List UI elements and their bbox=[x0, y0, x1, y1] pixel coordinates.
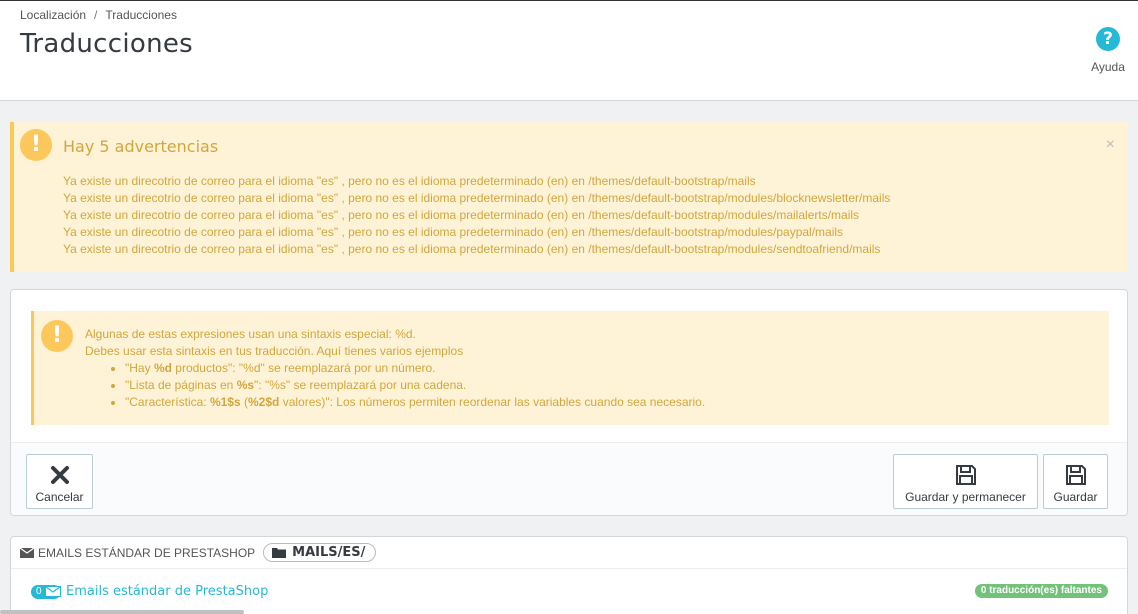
warning-item: Ya existe un direcotrio de correo para e… bbox=[63, 174, 756, 188]
emails-panel-title: EMAILS ESTÁNDAR DE PRESTASHOP bbox=[38, 545, 256, 560]
warning-item: Ya existe un direcotrio de correo para e… bbox=[63, 208, 860, 222]
emails-panel: EMAILS ESTÁNDAR DE PRESTASHOP MAILS/ES/ … bbox=[10, 536, 1128, 614]
question-circle-icon: ? bbox=[1096, 27, 1120, 51]
save-and-stay-label: Guardar y permanecer bbox=[905, 490, 1026, 504]
close-icon[interactable]: × bbox=[1106, 136, 1115, 154]
syntax-info-text: Algunas de estas expresiones usan una si… bbox=[85, 326, 705, 411]
floppy-disk-icon bbox=[1065, 465, 1086, 485]
help-button[interactable]: ? Ayuda bbox=[1090, 27, 1126, 74]
emails-panel-heading: EMAILS ESTÁNDAR DE PRESTASHOP MAILS/ES/ bbox=[11, 537, 1127, 569]
warnings-alert: ! Hay 5 advertencias × Ya existe un dire… bbox=[10, 122, 1127, 272]
save-and-stay-button[interactable]: Guardar y permanecer bbox=[893, 454, 1038, 509]
mail-path: MAILS/ES/ bbox=[292, 545, 366, 560]
syntax-info-line2: Debes usar esta sintaxis en tus traducci… bbox=[85, 344, 464, 358]
email-count-badge: 0 bbox=[31, 584, 61, 599]
cancel-label: Cancelar bbox=[35, 490, 84, 504]
warning-item: Ya existe un direcotrio de correo para e… bbox=[63, 225, 844, 239]
breadcrumb-item-localizacion[interactable]: Localización bbox=[20, 8, 86, 22]
translation-panel: ! Algunas de estas expresiones usan una … bbox=[10, 289, 1128, 516]
folder-icon bbox=[272, 548, 287, 558]
floppy-disk-icon bbox=[955, 465, 976, 485]
save-label: Guardar bbox=[1053, 490, 1098, 504]
syntax-examples-list: "Hay %d productos": "%d" se reemplazará … bbox=[85, 360, 705, 411]
close-icon bbox=[50, 466, 69, 484]
save-button[interactable]: Guardar bbox=[1043, 454, 1108, 509]
syntax-example: "Hay %d productos": "%d" se reemplazará … bbox=[125, 360, 705, 377]
help-label: Ayuda bbox=[1091, 60, 1125, 74]
mail-path-badge: MAILS/ES/ bbox=[263, 543, 377, 562]
missing-translations-badge: 0 traducción(es) faltantes bbox=[974, 584, 1108, 598]
breadcrumb: Localización / Traducciones bbox=[20, 8, 177, 22]
syntax-example: "Característica: %1$s (%2$d valores)": L… bbox=[125, 394, 705, 411]
breadcrumb-separator: / bbox=[94, 8, 98, 22]
envelope-icon bbox=[20, 547, 34, 558]
envelope-icon bbox=[44, 586, 61, 597]
syntax-info-alert: ! Algunas de estas expresiones usan una … bbox=[31, 311, 1109, 425]
horizontal-scrollbar[interactable] bbox=[0, 610, 244, 614]
syntax-info-line1: Algunas de estas expresiones usan una si… bbox=[85, 327, 416, 341]
warning-item: Ya existe un direcotrio de correo para e… bbox=[63, 191, 891, 205]
exclamation-circle-icon: ! bbox=[20, 129, 52, 161]
emails-toggle-link[interactable]: 0 Emails estándar de PrestaShop bbox=[31, 584, 268, 599]
warning-item: Ya existe un direcotrio de correo para e… bbox=[63, 242, 881, 256]
syntax-example: "Lista de páginas en %s": "%s" se reempl… bbox=[125, 377, 705, 394]
panel-footer: Cancelar Guardar y permanecer Guardar bbox=[11, 442, 1127, 515]
emails-link[interactable]: Emails estándar de PrestaShop bbox=[66, 584, 268, 599]
page-header: Localización / Traducciones Traducciones… bbox=[0, 1, 1138, 101]
cancel-button[interactable]: Cancelar bbox=[26, 454, 93, 509]
email-count: 0 bbox=[36, 586, 42, 597]
breadcrumb-item-traducciones: Traducciones bbox=[105, 8, 177, 22]
warnings-list: Ya existe un direcotrio de correo para e… bbox=[63, 173, 890, 258]
page-title: Traducciones bbox=[20, 29, 194, 59]
warnings-title: Hay 5 advertencias bbox=[63, 137, 219, 156]
exclamation-circle-icon: ! bbox=[41, 320, 73, 352]
